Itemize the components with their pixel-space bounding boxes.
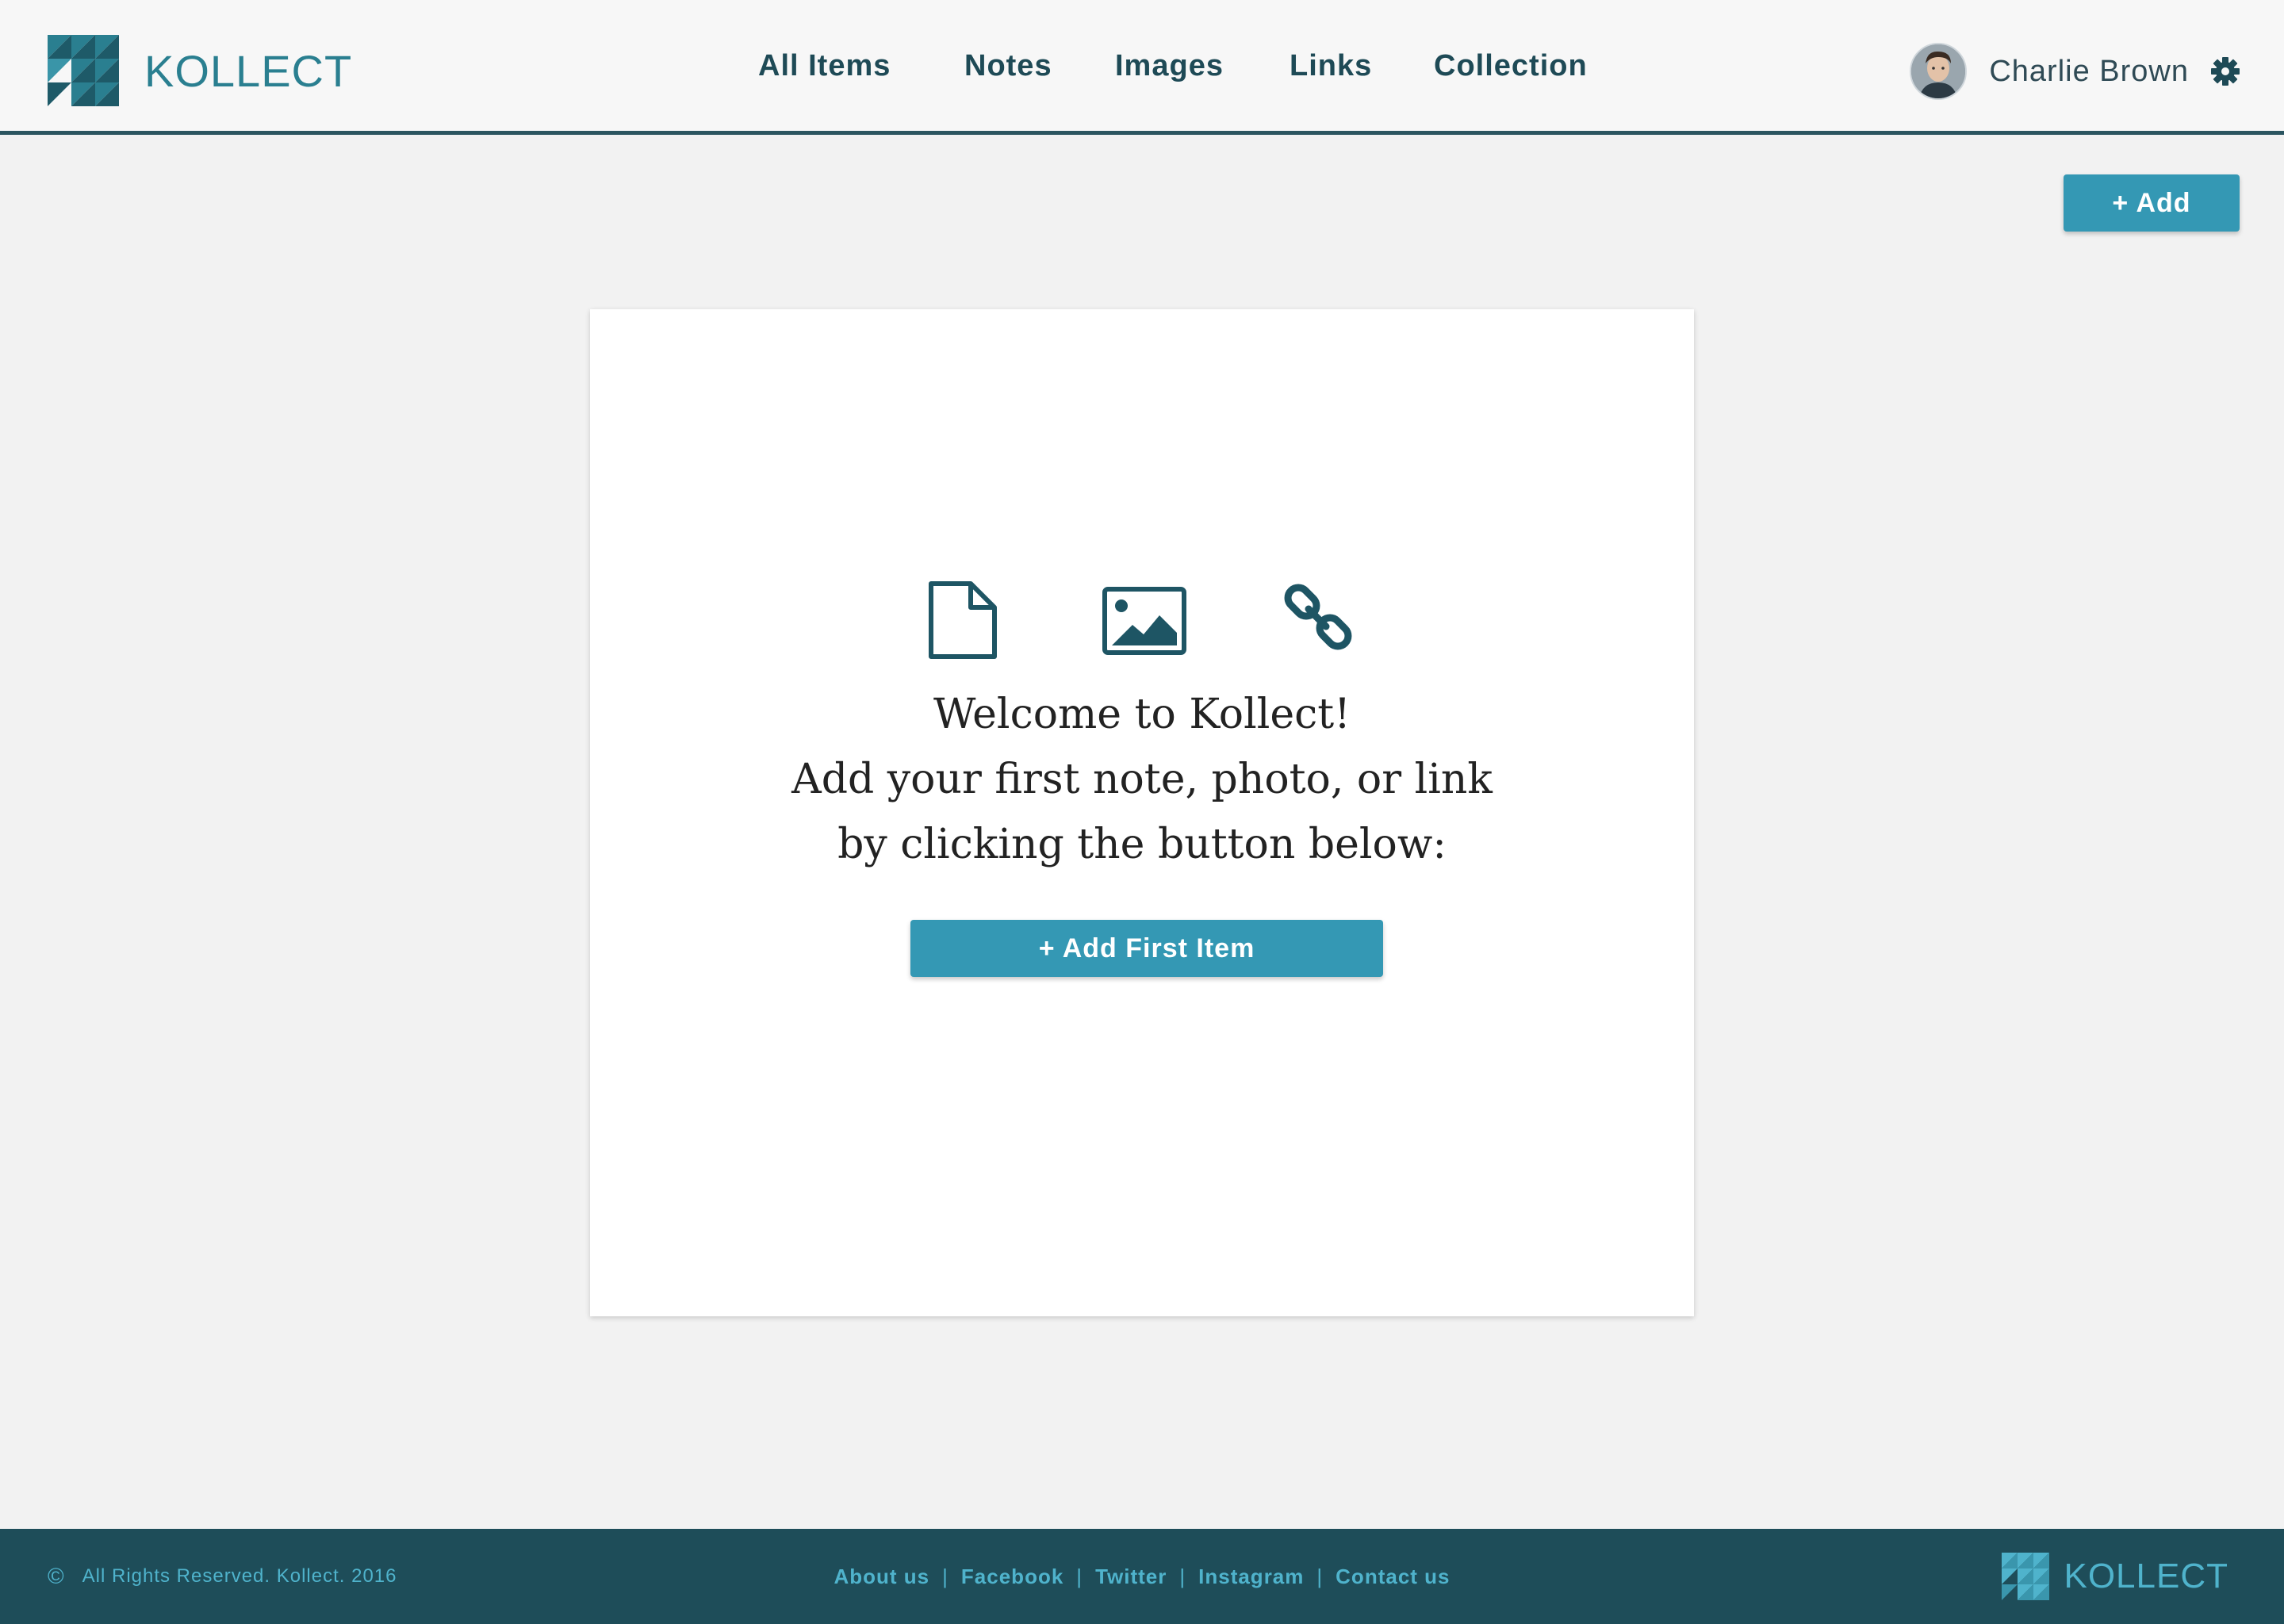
nav-item-links[interactable]: Links (1290, 49, 1372, 83)
welcome-message: Welcome to Kollect! Add your first note,… (590, 682, 1694, 877)
nav-item-notes[interactable]: Notes (964, 49, 1052, 83)
footer-link-about[interactable]: About us (834, 1565, 930, 1588)
image-icon (1102, 587, 1186, 655)
gear-icon[interactable] (2209, 56, 2241, 87)
welcome-line-2: Add your first note, photo, or link (791, 756, 1493, 803)
footer-separator: | (942, 1565, 948, 1588)
footer-link-facebook[interactable]: Facebook (961, 1565, 1063, 1588)
user-menu: Charlie Brown (1910, 41, 2241, 102)
note-icon (929, 581, 997, 659)
footer-link-contact[interactable]: Contact us (1336, 1565, 1450, 1588)
nav-item-images[interactable]: Images (1115, 49, 1224, 83)
welcome-title: Welcome to Kollect! (933, 691, 1351, 738)
footer-separator: | (1076, 1565, 1083, 1588)
empty-state-card: Welcome to Kollect! Add your first note,… (590, 309, 1694, 1316)
add-first-item-button[interactable]: + Add First Item (910, 920, 1383, 977)
nav-item-all-items[interactable]: All Items (758, 49, 891, 83)
footer-links: About us | Facebook | Twitter | Instagram | Cont… (0, 1529, 2284, 1624)
nav-item-collection[interactable]: Collection (1434, 49, 1588, 83)
footer: © All Rights Reserved. Kollect. 2016 Abo… (0, 1529, 2284, 1624)
link-icon (1284, 584, 1352, 650)
welcome-line-3: by clicking the button below: (837, 821, 1447, 868)
add-button[interactable]: + Add (2064, 174, 2240, 232)
footer-link-instagram[interactable]: Instagram (1198, 1565, 1304, 1588)
avatar[interactable] (1910, 43, 1968, 100)
footer-brand[interactable]: KOLLECT (2002, 1553, 2228, 1600)
footer-separator: | (1179, 1565, 1186, 1588)
kollect-logo-icon (2002, 1553, 2050, 1600)
top-header: KOLLECT All Items Notes Images Links Col… (0, 0, 2284, 135)
content-type-icons (590, 580, 1694, 660)
footer-brand-name: KOLLECT (2064, 1557, 2228, 1595)
user-avatar-icon (1911, 44, 1966, 98)
footer-separator: | (1316, 1565, 1324, 1588)
user-name[interactable]: Charlie Brown (1989, 55, 2189, 89)
footer-link-twitter[interactable]: Twitter (1095, 1565, 1167, 1588)
